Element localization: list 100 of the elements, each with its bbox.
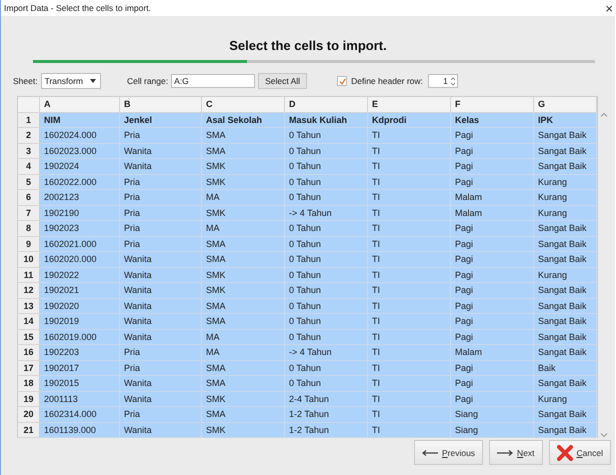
row-header[interactable]: 11	[18, 268, 40, 283]
table-cell: TI	[368, 376, 451, 392]
row-header[interactable]: 3	[18, 144, 40, 159]
table-cell: 0 Tahun	[285, 190, 368, 206]
row-header[interactable]: 5	[18, 174, 40, 190]
table-cell: 0 Tahun	[285, 268, 368, 283]
row-header[interactable]: 21	[18, 422, 40, 438]
row-header[interactable]: 18	[18, 376, 40, 392]
sheet-dropdown[interactable]: Transform	[40, 73, 101, 89]
row-header[interactable]: 1	[18, 112, 40, 128]
table-cell: 0 Tahun	[285, 360, 368, 376]
column-header[interactable]: D	[285, 97, 368, 112]
table-cell: 1602023.000	[40, 144, 120, 159]
table-cell: SMK	[202, 392, 285, 407]
next-button[interactable]: Next	[489, 440, 543, 465]
table-cell: Wanita	[120, 392, 202, 407]
close-button[interactable]: ×	[605, 2, 613, 14]
row-header[interactable]: 9	[18, 236, 40, 252]
table-cell: TI	[368, 422, 451, 438]
column-header[interactable]: C	[202, 97, 285, 112]
table-cell: Pria	[120, 174, 202, 190]
table-cell: SMK	[202, 422, 285, 438]
table-cell: 1-2 Tahun	[285, 422, 368, 438]
cell-range-label: Cell range:	[127, 76, 168, 86]
table-cell: Malam	[451, 345, 534, 360]
table-cell: SMK	[202, 159, 285, 174]
row-header[interactable]: 17	[18, 360, 40, 376]
column-header[interactable]: A	[40, 97, 120, 112]
select-all-button[interactable]: Select All	[258, 73, 308, 89]
table-cell: 1602020.000	[40, 252, 120, 268]
table-cell: Siang	[451, 422, 534, 438]
row-header[interactable]: 10	[18, 252, 40, 268]
table-cell: Sangat Baik	[534, 159, 597, 174]
previous-button[interactable]: Previous	[414, 440, 484, 465]
table-cell: 2001113	[40, 392, 120, 407]
table-cell: Kurang	[534, 392, 597, 407]
table-cell: TI	[368, 268, 451, 283]
row-header[interactable]: 2	[18, 128, 40, 144]
spinner-value: 1	[443, 76, 448, 86]
table-cell: SMA	[202, 407, 285, 422]
table-cell: TI	[368, 283, 451, 298]
column-header[interactable]: F	[451, 97, 534, 112]
row-header[interactable]: 8	[18, 221, 40, 236]
table-cell: TI	[368, 174, 451, 190]
table-cell: 0 Tahun	[285, 144, 368, 159]
row-header[interactable]: 13	[18, 298, 40, 314]
table-cell: Sangat Baik	[534, 345, 597, 360]
table-cell: Pagi	[451, 360, 534, 376]
row-header[interactable]: 12	[18, 283, 40, 298]
table-cell: Sangat Baik	[534, 407, 597, 422]
table-cell: Pria	[120, 221, 202, 236]
table-cell: Pria	[120, 190, 202, 206]
table-cell: Malam	[451, 206, 534, 221]
table-cell: Sangat Baik	[534, 128, 597, 144]
table-cell: IPK	[534, 112, 597, 128]
sheet-label: Sheet:	[13, 76, 38, 86]
table-cell: TI	[368, 330, 451, 345]
table-cell: Baik	[534, 360, 597, 376]
table-cell: 2002123	[40, 190, 120, 206]
table-cell: Wanita	[120, 159, 202, 174]
table-cell: 1902024	[40, 159, 120, 174]
row-header[interactable]: 14	[18, 314, 40, 330]
cell-range-field[interactable]: A:G	[171, 74, 256, 88]
header-row-spinner[interactable]: 1	[428, 74, 458, 88]
table-cell: 0 Tahun	[285, 128, 368, 144]
scroll-down-icon[interactable]	[600, 433, 608, 438]
table-cell: TI	[368, 128, 451, 144]
table-cell: Jenkel	[120, 112, 202, 128]
row-header[interactable]: 20	[18, 407, 40, 422]
row-header[interactable]: 19	[18, 392, 40, 407]
window-title: Import Data - Select the cells to import.	[4, 3, 151, 13]
table-cell: Pagi	[451, 392, 534, 407]
table-cell: 1602022.000	[40, 174, 120, 190]
column-header[interactable]: G	[534, 97, 597, 112]
checkbox-label: Define header row:	[351, 76, 423, 86]
table-cell: Pria	[120, 206, 202, 221]
table-cell: NIM	[40, 112, 120, 128]
table-cell: 0 Tahun	[285, 330, 368, 345]
table-cell: Pria	[120, 345, 202, 360]
column-header[interactable]: E	[368, 97, 451, 112]
table-cell: Pagi	[451, 236, 534, 252]
column-header[interactable]: B	[120, 97, 202, 112]
cancel-button[interactable]: Cancel	[548, 440, 611, 465]
table-cell: -> 4 Tahun	[285, 206, 368, 221]
scroll-up-icon[interactable]	[600, 112, 608, 117]
table-cell: Sangat Baik	[534, 236, 597, 252]
row-header[interactable]: 4	[18, 159, 40, 174]
table-cell: Sangat Baik	[534, 314, 597, 330]
row-header[interactable]: 6	[18, 190, 40, 206]
table-cell: 0 Tahun	[285, 298, 368, 314]
table-cell: SMA	[202, 360, 285, 376]
row-header[interactable]: 7	[18, 206, 40, 221]
table-cell: Sangat Baik	[534, 144, 597, 159]
table-cell: 1902020	[40, 298, 120, 314]
spinner-arrows-icon[interactable]	[450, 76, 455, 86]
table-cell: TI	[368, 298, 451, 314]
row-header[interactable]: 16	[18, 345, 40, 360]
table-cell: SMA	[202, 128, 285, 144]
header-row-checkbox[interactable]	[337, 76, 348, 86]
row-header[interactable]: 15	[18, 330, 40, 345]
